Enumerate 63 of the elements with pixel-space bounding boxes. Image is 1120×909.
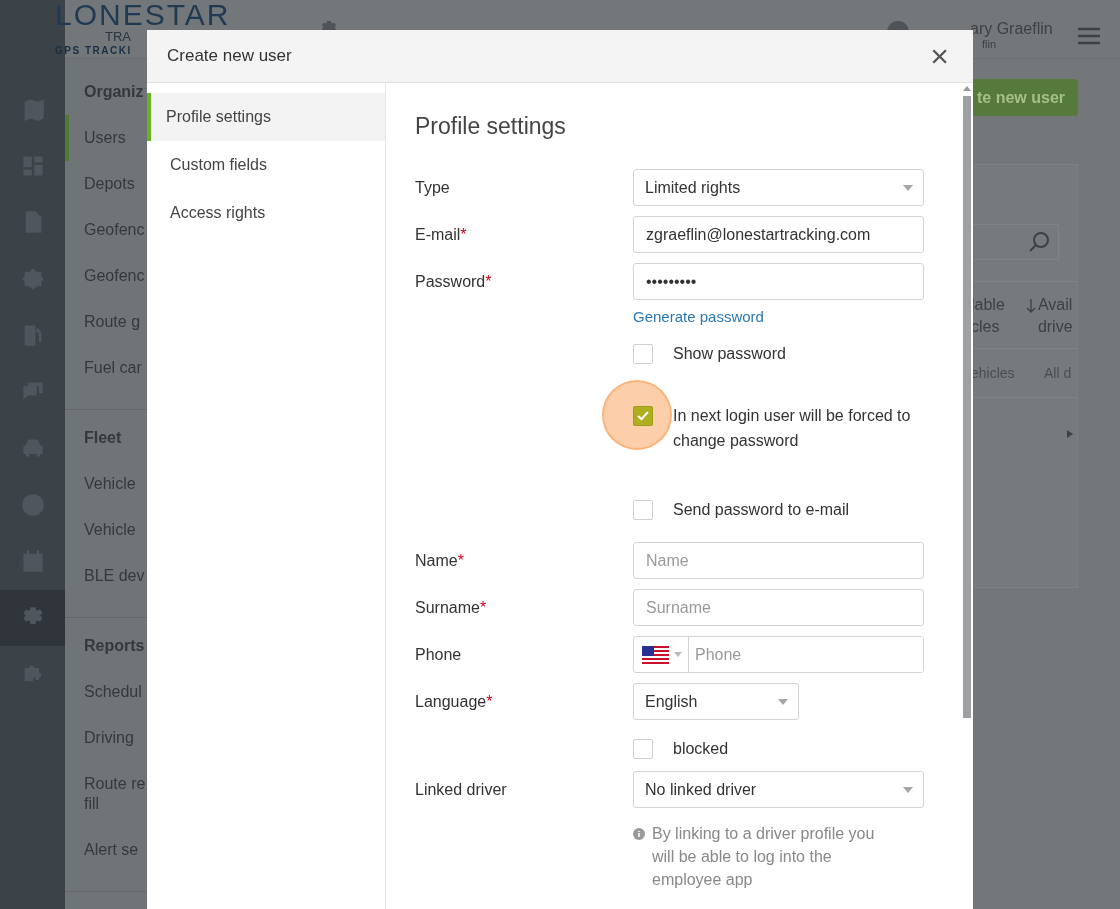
nav-section-title: Reports [83, 637, 146, 656]
nav-item[interactable]: Route g [65, 299, 147, 345]
menu-icon[interactable] [1078, 27, 1100, 45]
input-field[interactable]: zgraeflin@lonestartracking.com [633, 216, 924, 253]
column-header[interactable]: Avail drive [1037, 294, 1077, 338]
nav-item[interactable]: Vehicle [65, 507, 147, 553]
settings-tab[interactable]: Access rights [147, 189, 385, 237]
input-field[interactable]: ••••••••• [633, 263, 924, 300]
section-heading: Profile settings [415, 113, 567, 140]
nav-item[interactable]: Depots [65, 161, 147, 207]
caret-icon [674, 652, 682, 657]
checkbox[interactable] [633, 406, 653, 426]
nav-section-title: Organiz [83, 83, 145, 102]
nav-item[interactable]: Route re fill [65, 761, 147, 827]
field-label: Language* [415, 692, 494, 711]
checkbox[interactable] [633, 344, 653, 364]
check-icon [637, 411, 649, 421]
close-button[interactable]: × [930, 40, 949, 72]
expand-arrow-icon[interactable] [1067, 430, 1073, 438]
nav-item[interactable]: BLE dev [65, 553, 147, 599]
scroll-up-icon[interactable] [963, 86, 971, 91]
field-label: Surname* [415, 598, 488, 617]
caret-icon [903, 786, 913, 793]
caret-icon [778, 698, 788, 705]
field-label: E-mail* [415, 225, 468, 244]
help-text: By linking to a driver profile you will be able to log into the employee app [652, 824, 876, 890]
sort-arrow-icon [1025, 298, 1036, 314]
input-field[interactable]: Surname [633, 589, 924, 626]
field-label: Phone [415, 645, 463, 664]
field-label: Type [415, 178, 451, 197]
select-field[interactable]: Limited rights [633, 169, 924, 206]
checkbox[interactable] [633, 500, 653, 520]
caret-icon [903, 184, 913, 191]
nav-section-title: Fleet [83, 429, 123, 448]
select-field[interactable]: No linked driver [633, 771, 924, 808]
flag-icon[interactable] [642, 645, 669, 664]
field-label: Password* [415, 272, 493, 291]
checkbox[interactable] [633, 739, 653, 759]
nav-item[interactable]: Fuel car [65, 345, 147, 391]
nav-item[interactable]: Schedul [65, 669, 147, 715]
settings-tab[interactable]: Profile settings [147, 93, 385, 141]
field-label: Linked driver [415, 780, 508, 799]
checkbox-label: blocked [673, 739, 730, 759]
scrollbar-thumb[interactable] [963, 96, 971, 718]
input-field[interactable]: Name [633, 542, 924, 579]
checkbox-label: Send password to e-mail [673, 500, 851, 520]
nav-item[interactable]: Geofenc [65, 253, 147, 299]
generate-password-link[interactable]: Generate password [633, 308, 764, 325]
nav-item[interactable]: Driving [65, 715, 147, 761]
nav-item[interactable]: Alert se [65, 827, 147, 873]
search-icon [1028, 231, 1050, 253]
checkbox-label: In next login user will be forced to change password [673, 406, 912, 451]
field-label: Name* [415, 551, 465, 570]
nav-item[interactable]: Geofenc [65, 207, 147, 253]
nav-item[interactable]: Vehicle [65, 461, 147, 507]
settings-tab[interactable]: Custom fields [147, 141, 385, 189]
checkbox-label: Show password [673, 344, 787, 364]
phone-field[interactable]: Phone [633, 636, 924, 673]
dialog-title: Create new user [167, 46, 292, 66]
rail-item[interactable] [0, 589, 65, 646]
logo-subtitle: TRA [105, 29, 131, 44]
info-icon [633, 828, 645, 840]
select-field[interactable]: English [633, 683, 799, 720]
